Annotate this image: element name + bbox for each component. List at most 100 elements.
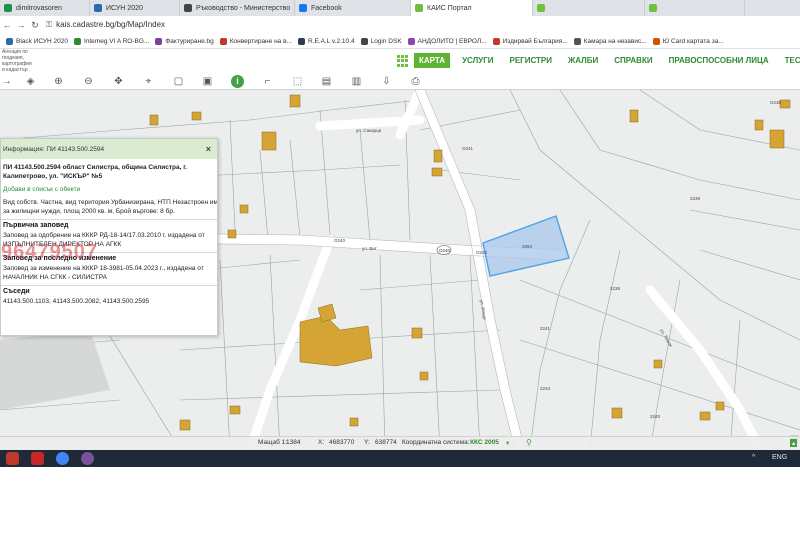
bookmark-label: Ю Card картата за... (662, 37, 724, 45)
tab-favicon-icon (299, 4, 307, 12)
browser-tab[interactable]: КАИС Портал (411, 0, 533, 16)
zoom-out-icon[interactable]: ⊖ (82, 75, 95, 88)
viber-icon[interactable] (81, 452, 94, 465)
close-icon[interactable]: × (206, 144, 211, 154)
menu-arrow-icon[interactable]: → (0, 75, 13, 88)
neighbors-list: 41143.500.1103, 41143.500.2082, 41143.50… (3, 298, 150, 305)
map-icon[interactable]: ▤ (320, 75, 333, 88)
bookmark-item[interactable]: Камара на независ... (573, 37, 647, 45)
last-change-line-1: Заповед за изменение на КККР 18-3981-05.… (3, 265, 204, 272)
bookmark-icon[interactable]: ▥ (350, 75, 363, 88)
pan-icon[interactable]: ✥ (112, 75, 125, 88)
address-bar: ← → ↻ ⚿ kais.cadastre.bg/bg/Map/Index (0, 16, 800, 34)
search-icon[interactable]: ⚲ (526, 438, 532, 447)
street-number-marker: О240 (436, 245, 452, 255)
browser-tab[interactable] (645, 0, 745, 16)
panel-title: Информация: ПИ 41143.500.2594 (3, 145, 105, 153)
bookmark-label: Камара на независ... (583, 37, 647, 45)
screen: dimitrovasoren ИСУН 2020 Ръководство - Мин… (0, 0, 800, 533)
bookmark-item[interactable]: Конвертиране на в... (219, 37, 292, 45)
panel-header: Информация: ПИ 41143.500.2594 × (1, 139, 217, 159)
svg-text:О242: О242 (476, 250, 488, 255)
main-nav: КАРТА УСЛУГИ РЕГИСТРИ ЖАЛБИ СПРАВКИ ПРАВОСПОС… (414, 53, 800, 68)
back-icon[interactable]: ← (0, 20, 14, 30)
apps-grid-icon[interactable] (397, 55, 409, 67)
nav-item[interactable]: ЖАЛБИ (568, 56, 598, 65)
nav-item[interactable]: ТЕСТ (785, 56, 800, 65)
nav-item[interactable]: РЕГИСТРИ (510, 56, 553, 65)
svg-text:2241: 2241 (540, 326, 551, 331)
crs-dropdown-icon[interactable]: ▾ (506, 439, 509, 447)
select-poly-icon[interactable]: ▣ (201, 75, 214, 88)
bookmark-item[interactable]: Intemeg VI A RO-BG... (73, 37, 150, 45)
section-title-first-order: Първична заповед (1, 219, 217, 231)
info-icon[interactable]: i (231, 75, 244, 88)
nav-item[interactable]: СПРАВКИ (614, 56, 652, 65)
bookmark-label: Конвертиране на в... (229, 37, 292, 45)
browser-tab[interactable]: Facebook (295, 0, 411, 16)
export-icon[interactable]: ⇩ (380, 75, 393, 88)
bookmark-favicon-icon (492, 37, 500, 45)
bookmark-item[interactable]: Black ИСУН 2020 (6, 37, 68, 45)
first-order-line-1: Заповед за одобрение на КККР РД-18-14/17… (3, 232, 205, 239)
browser-tab[interactable]: dimitrovasoren (0, 0, 90, 16)
measure-icon[interactable]: ⌐ (261, 75, 274, 88)
forward-icon[interactable]: → (14, 20, 28, 30)
tab-label: ИСУН 2020 (106, 4, 143, 12)
bookmark-item[interactable]: Login DSK (360, 37, 402, 45)
section-title-last-change: Заповед за последно изменение (1, 252, 217, 264)
reload-icon[interactable]: ↻ (28, 20, 42, 31)
zoom-in-icon[interactable]: ⊕ (52, 75, 65, 88)
bookmark-favicon-icon (155, 37, 163, 45)
browser-tab[interactable] (533, 0, 645, 16)
marker-icon[interactable]: ⌖ (142, 75, 155, 88)
bookmark-item[interactable]: Издирвай България... (492, 37, 568, 45)
tab-favicon-icon (4, 4, 12, 12)
tab-label: Ръководство - Министерство (196, 4, 291, 12)
area-icon[interactable]: ⬚ (291, 75, 304, 88)
crs-select[interactable]: ККС 2005 (470, 439, 499, 446)
browser-tab[interactable]: ИСУН 2020 (90, 0, 180, 16)
x-value: 4683770 (329, 439, 355, 446)
winrar-icon[interactable] (6, 452, 19, 465)
tab-favicon-icon (94, 4, 102, 12)
scale-value[interactable]: 1384 (286, 439, 300, 446)
svg-text:ул. Сакарци: ул. Сакарци (356, 128, 382, 133)
chrome-icon[interactable] (56, 452, 69, 465)
url-field[interactable]: ⚿ kais.cadastre.bg/bg/Map/Index (46, 20, 165, 30)
bookmark-favicon-icon (297, 37, 305, 45)
nav-item[interactable]: УСЛУГИ (462, 56, 493, 65)
language-indicator[interactable]: ENG (772, 454, 787, 461)
svg-text:2239: 2239 (690, 196, 701, 201)
bookmark-favicon-icon (219, 37, 227, 45)
nav-item[interactable]: ПРАВОСПОСОБНИ ЛИЦА (669, 56, 769, 65)
svg-text:О240: О240 (439, 248, 451, 253)
layers-icon[interactable]: ◈ (24, 75, 37, 88)
browser-tab[interactable]: Ръководство - Министерство (180, 0, 295, 16)
acrobat-icon[interactable] (31, 452, 44, 465)
nav-item[interactable]: КАРТА (414, 53, 451, 68)
select-rect-icon[interactable]: ▢ (172, 75, 185, 88)
os-taskbar: ^ ENG (0, 450, 800, 467)
print-icon[interactable]: ⎙ (409, 75, 422, 88)
tray-expand-icon[interactable]: ^ (752, 454, 755, 461)
bookmark-item[interactable]: Фактуриране.bg (155, 37, 214, 45)
bookmark-favicon-icon (6, 37, 13, 45)
bookmark-favicon-icon (407, 37, 415, 45)
svg-text:2240: 2240 (650, 414, 661, 419)
x-label: X: (318, 439, 325, 446)
y-label: Y: (364, 439, 370, 446)
svg-text:2594: 2594 (522, 244, 533, 249)
site-header: Агенция по геодезия, картография и кадас… (0, 49, 800, 73)
bookmark-item[interactable]: R.E.A.L v.2.10.4 (297, 37, 355, 45)
bookmark-favicon-icon (652, 37, 660, 45)
bookmark-item[interactable]: АНДОЛИТО | ЕВРОЛ... (407, 37, 487, 45)
agency-logo[interactable]: Агенция по геодезия, картография и кадас… (2, 49, 32, 73)
expand-icon[interactable]: ▴ (790, 439, 798, 447)
browser-tab-strip: dimitrovasoren ИСУН 2020 Ръководство - Мин… (0, 0, 800, 16)
tab-favicon-icon (184, 4, 192, 12)
bookmark-label: Intemeg VI A RO-BG... (83, 37, 150, 45)
add-to-list-link[interactable]: Добави в списък с обекти (1, 185, 217, 194)
map-status-bar: Мащаб 1: 1384 X: 4683770 Y: 638774 Коорд… (0, 436, 800, 450)
bookmark-item[interactable]: Ю Card картата за... (652, 37, 724, 45)
